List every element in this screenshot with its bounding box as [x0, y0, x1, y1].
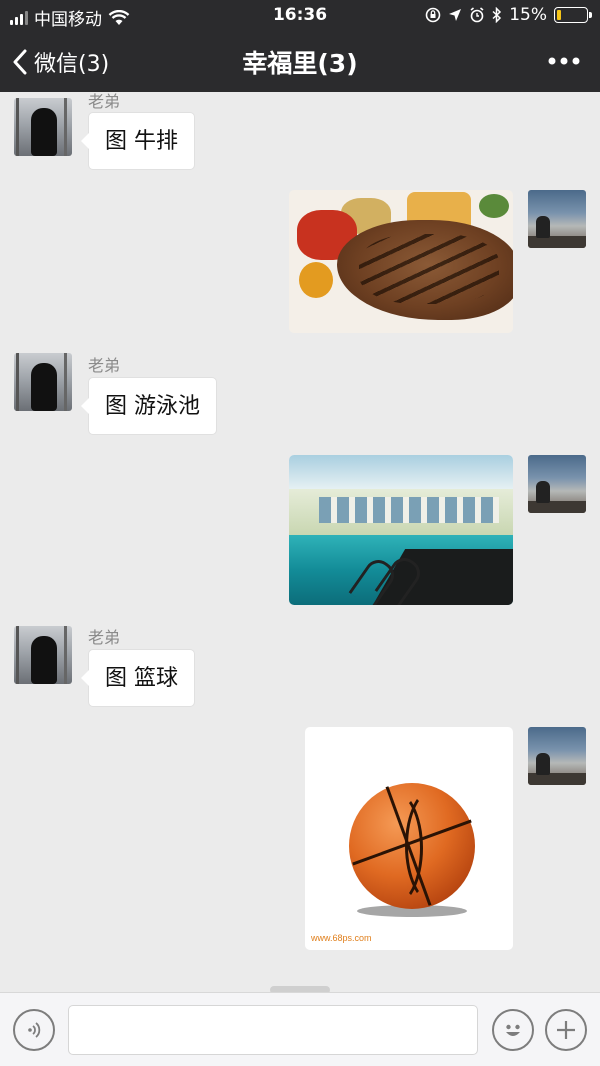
avatar-me[interactable] — [528, 190, 586, 248]
plus-button[interactable] — [545, 1009, 587, 1051]
more-button[interactable] — [548, 46, 580, 71]
location-icon — [449, 9, 462, 21]
lock-rotation-icon — [425, 7, 441, 23]
watermark-text: www.68ps.com — [311, 933, 372, 943]
message-bubble[interactable]: 图 牛排 — [81, 112, 195, 170]
voice-button[interactable] — [13, 1009, 55, 1051]
sender-name: 老弟 — [88, 356, 121, 375]
steak-photo[interactable] — [289, 190, 513, 333]
swimming-pool-photo[interactable] — [289, 455, 513, 605]
voice-icon — [28, 1022, 41, 1038]
message-bubble[interactable]: 图 篮球 — [81, 649, 195, 707]
alarm-icon — [470, 7, 484, 23]
avatar-other[interactable] — [14, 98, 72, 156]
sender-name: 老弟 — [88, 92, 121, 111]
status-bar: 中国移动 16:36 15% — [0, 0, 600, 30]
input-bar — [0, 992, 600, 1066]
sender-name: 老弟 — [88, 628, 121, 647]
battery-level-fill — [557, 10, 562, 20]
message-bubble[interactable]: 图 游泳池 — [81, 377, 217, 435]
bluetooth-icon — [492, 7, 502, 23]
avatar-other[interactable] — [14, 626, 72, 684]
more-icon — [548, 57, 580, 65]
battery-percent: 15% — [509, 5, 547, 25]
message-input[interactable] — [68, 1005, 478, 1055]
status-right: 15% — [425, 5, 592, 25]
basketball-photo[interactable]: www.68ps.com — [305, 727, 513, 950]
chat-area[interactable]: 老弟 图 牛排 老弟 图 游泳池 老弟 图 篮球 www.68ps.com — [0, 92, 600, 992]
avatar-me[interactable] — [528, 455, 586, 513]
avatar-other[interactable] — [14, 353, 72, 411]
battery-icon — [554, 7, 592, 23]
emoji-icon — [506, 1024, 520, 1036]
avatar-me[interactable] — [528, 727, 586, 785]
nav-bar: 微信(3) 幸福里(3) — [0, 30, 600, 92]
emoji-button[interactable] — [492, 1009, 534, 1051]
chat-title: 幸福里(3) — [242, 49, 358, 78]
plus-icon — [557, 1021, 575, 1039]
